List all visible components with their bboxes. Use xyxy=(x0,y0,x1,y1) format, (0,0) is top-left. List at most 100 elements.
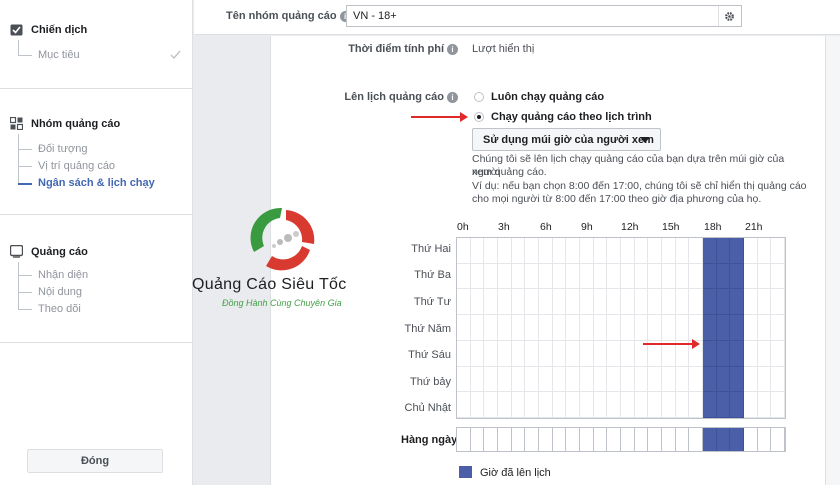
schedule-cell[interactable] xyxy=(744,340,758,367)
schedule-cell[interactable] xyxy=(607,366,621,393)
schedule-cell[interactable] xyxy=(744,315,758,341)
daily-cell[interactable] xyxy=(662,428,676,451)
daily-cell[interactable] xyxy=(511,428,526,451)
schedule-cell[interactable] xyxy=(634,289,649,316)
schedule-cell[interactable] xyxy=(716,238,731,264)
sidebar-ad-header[interactable]: Quảng cáo xyxy=(9,244,88,258)
daily-cell[interactable] xyxy=(552,428,567,451)
schedule-cell[interactable] xyxy=(675,392,690,418)
daily-cell[interactable] xyxy=(593,428,608,451)
schedule-cell[interactable] xyxy=(675,263,690,290)
schedule-cell[interactable] xyxy=(539,315,553,341)
schedule-cell[interactable] xyxy=(511,340,526,367)
schedule-cell[interactable] xyxy=(552,315,567,341)
schedule-cell[interactable] xyxy=(580,392,594,418)
schedule-cell[interactable] xyxy=(648,263,662,290)
schedule-cell[interactable] xyxy=(593,366,608,393)
schedule-cell[interactable] xyxy=(525,315,539,341)
schedule-cell[interactable] xyxy=(498,315,512,341)
schedule-cell[interactable] xyxy=(634,366,649,393)
schedule-cell[interactable] xyxy=(525,289,539,316)
daily-cell[interactable] xyxy=(703,428,717,451)
close-button[interactable]: Đóng xyxy=(27,449,163,473)
schedule-cell[interactable] xyxy=(580,289,594,316)
schedule-cell[interactable] xyxy=(593,238,608,264)
schedule-cell[interactable] xyxy=(470,238,485,264)
schedule-cell[interactable] xyxy=(675,366,690,393)
daily-cell[interactable] xyxy=(675,428,690,451)
schedule-cell[interactable] xyxy=(662,263,676,290)
sidebar-adset-header[interactable]: Nhóm quảng cáo xyxy=(9,116,120,131)
schedule-cell[interactable] xyxy=(621,340,635,367)
schedule-cell[interactable] xyxy=(648,289,662,316)
schedule-cell[interactable] xyxy=(525,366,539,393)
schedule-cell[interactable] xyxy=(634,263,649,290)
schedule-cell[interactable] xyxy=(552,289,567,316)
schedule-cell[interactable] xyxy=(621,315,635,341)
schedule-cell[interactable] xyxy=(689,366,703,393)
daily-cell[interactable] xyxy=(757,428,772,451)
schedule-cell[interactable] xyxy=(539,263,553,290)
schedule-cell[interactable] xyxy=(539,392,553,418)
schedule-cell[interactable] xyxy=(470,340,485,367)
schedule-cell[interactable] xyxy=(634,315,649,341)
schedule-cell[interactable] xyxy=(662,289,676,316)
schedule-cell[interactable] xyxy=(730,238,744,264)
schedule-cell[interactable] xyxy=(457,263,471,290)
schedule-cell[interactable] xyxy=(621,392,635,418)
schedule-cell[interactable] xyxy=(621,238,635,264)
schedule-cell[interactable] xyxy=(484,315,498,341)
radio-always-run[interactable] xyxy=(474,92,484,102)
schedule-cell[interactable] xyxy=(757,340,772,367)
schedule-cell[interactable] xyxy=(607,238,621,264)
schedule-cell[interactable] xyxy=(744,392,758,418)
schedule-cell[interactable] xyxy=(675,315,690,341)
schedule-cell[interactable] xyxy=(552,392,567,418)
schedule-cell[interactable] xyxy=(498,366,512,393)
schedule-cell[interactable] xyxy=(675,238,690,264)
schedule-cell[interactable] xyxy=(757,366,772,393)
schedule-cell[interactable] xyxy=(634,238,649,264)
schedule-cell[interactable] xyxy=(730,289,744,316)
info-icon[interactable]: i xyxy=(447,91,458,103)
schedule-cell[interactable] xyxy=(703,366,717,393)
schedule-cell[interactable] xyxy=(525,238,539,264)
schedule-cell[interactable] xyxy=(703,392,717,418)
schedule-cell[interactable] xyxy=(566,238,580,264)
info-icon[interactable]: i xyxy=(447,43,458,55)
schedule-cell[interactable] xyxy=(457,366,471,393)
schedule-cell[interactable] xyxy=(525,392,539,418)
schedule-cell[interactable] xyxy=(539,340,553,367)
daily-cell[interactable] xyxy=(470,428,485,451)
schedule-cell[interactable] xyxy=(580,366,594,393)
schedule-cell[interactable] xyxy=(716,340,731,367)
daily-cell[interactable] xyxy=(484,428,498,451)
sidebar-item-objective[interactable]: Mục tiêu xyxy=(38,49,80,61)
option-run-on-schedule[interactable]: Chạy quảng cáo theo lịch trình xyxy=(491,111,652,123)
schedule-cell[interactable] xyxy=(771,263,785,290)
schedule-cell[interactable] xyxy=(607,263,621,290)
schedule-cell[interactable] xyxy=(689,238,703,264)
schedule-cell[interactable] xyxy=(511,392,526,418)
schedule-cell[interactable] xyxy=(566,340,580,367)
schedule-cell[interactable] xyxy=(689,315,703,341)
schedule-cell[interactable] xyxy=(511,366,526,393)
schedule-cell[interactable] xyxy=(457,238,471,264)
schedule-cell[interactable] xyxy=(457,340,471,367)
sidebar-campaign-header[interactable]: Chiến dịch xyxy=(10,23,87,36)
schedule-cell[interactable] xyxy=(703,315,717,341)
schedule-cell[interactable] xyxy=(484,238,498,264)
schedule-cell[interactable] xyxy=(744,366,758,393)
daily-cell[interactable] xyxy=(607,428,621,451)
radio-run-on-schedule[interactable] xyxy=(474,112,484,122)
schedule-cell[interactable] xyxy=(552,340,567,367)
schedule-cell[interactable] xyxy=(771,392,785,418)
option-always-run[interactable]: Luôn chạy quảng cáo xyxy=(491,91,604,103)
schedule-cell[interactable] xyxy=(593,315,608,341)
daily-cell[interactable] xyxy=(457,428,471,451)
schedule-cell[interactable] xyxy=(566,289,580,316)
schedule-cell[interactable] xyxy=(730,263,744,290)
daily-cell[interactable] xyxy=(580,428,594,451)
schedule-cell[interactable] xyxy=(566,366,580,393)
schedule-cell[interactable] xyxy=(648,238,662,264)
